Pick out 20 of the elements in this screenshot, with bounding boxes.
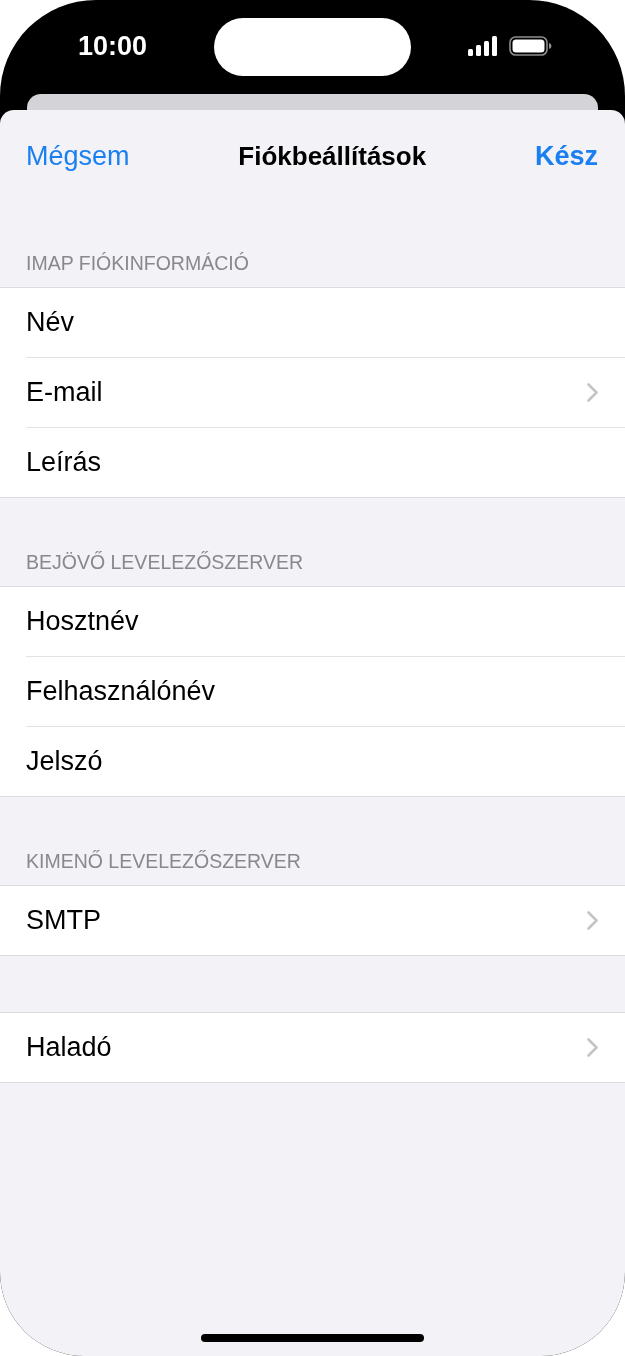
section-header: KIMENŐ LEVELEZŐSZERVER: [26, 850, 301, 872]
status-time: 10:00: [78, 31, 148, 61]
settings-row[interactable]: Hosztnév: [26, 587, 625, 657]
settings-row[interactable]: Név: [26, 288, 625, 358]
chevron-icon: [587, 1038, 598, 1057]
section-header: BEJÖVŐ LEVELEZŐSZERVER: [26, 551, 304, 573]
settings-row[interactable]: SMTP: [26, 886, 625, 955]
settings-row[interactable]: Felhasználónév: [26, 657, 625, 727]
settings-row[interactable]: Haladó: [26, 1013, 625, 1082]
done-button[interactable]: Kész: [534, 140, 598, 172]
settings-row[interactable]: Leírás: [26, 428, 625, 497]
settings-row[interactable]: Jelszó: [26, 727, 625, 796]
section-header: IMAP FIÓKINFORMÁCIÓ: [26, 252, 249, 274]
nav-title: Fiókbeállítások: [238, 140, 427, 172]
battery-icon: [509, 36, 552, 56]
settings-row[interactable]: E-mail: [26, 358, 625, 428]
cancel-button[interactable]: Mégsem: [26, 140, 130, 172]
chevron-icon: [587, 911, 598, 930]
signal-icon: [468, 36, 497, 56]
chevron-icon: [587, 383, 598, 402]
